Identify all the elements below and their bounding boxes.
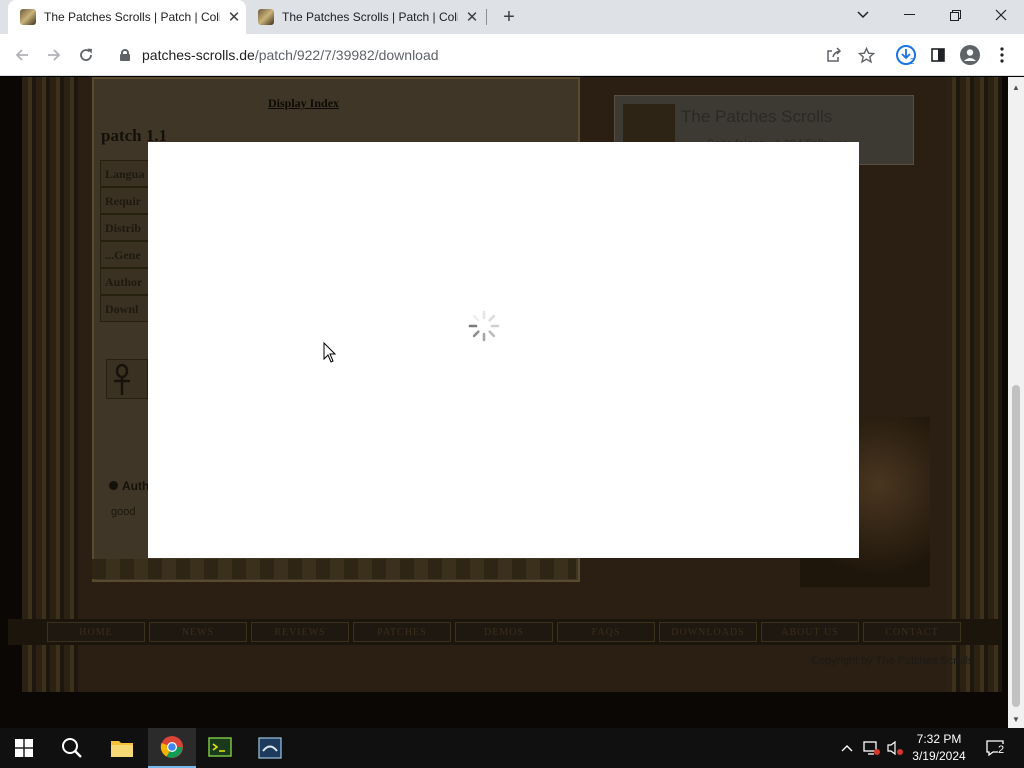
- nav-patches[interactable]: PATCHES: [353, 622, 451, 642]
- nav-news[interactable]: NEWS: [149, 622, 247, 642]
- file-explorer-icon[interactable]: [98, 728, 146, 768]
- volume-muted-icon[interactable]: [884, 728, 906, 768]
- windows-taskbar: 7:32 PM 3/19/2024 2: [0, 728, 1024, 768]
- tab-search-button[interactable]: [840, 0, 886, 30]
- new-tab-button[interactable]: +: [498, 6, 520, 28]
- display-index-link[interactable]: Display Index: [268, 96, 339, 111]
- nav-demos[interactable]: DEMOS: [455, 622, 553, 642]
- site-favicon-icon: [20, 9, 36, 25]
- site-nav: HOME NEWS REVIEWS PATCHES DEMOS FAQS DOW…: [8, 619, 1000, 645]
- url-path: /patch/922/7/39982/download: [254, 47, 439, 63]
- ankh-icon: [106, 359, 148, 399]
- downloads-badge: 2: [910, 57, 915, 66]
- tab-separator: [486, 9, 487, 25]
- decorative-strip: [92, 559, 576, 579]
- scrollbar-thumb[interactable]: [1012, 385, 1020, 707]
- nav-downloads[interactable]: DOWNLOADS: [659, 622, 757, 642]
- scroll-up-icon[interactable]: ▲: [1008, 79, 1024, 95]
- side-panel-icon[interactable]: [926, 43, 950, 67]
- address-bar[interactable]: patches-scrolls.de/patch/922/7/39982/dow…: [108, 39, 884, 71]
- reload-button[interactable]: [72, 41, 100, 69]
- share-icon[interactable]: [822, 43, 846, 67]
- close-tab-icon[interactable]: ✕: [226, 9, 242, 26]
- nav-contact[interactable]: CONTACT: [863, 622, 961, 642]
- downloads-icon[interactable]: 2: [894, 43, 918, 67]
- info-row: Distrib: [100, 214, 150, 241]
- notification-count: 2: [998, 744, 1005, 756]
- tab-inactive[interactable]: The Patches Scrolls | Patch | Colin ✕: [248, 0, 486, 34]
- scroll-down-icon[interactable]: ▼: [1008, 711, 1024, 727]
- nav-reviews[interactable]: REVIEWS: [251, 622, 349, 642]
- page-scrollbar[interactable]: ▲ ▼: [1008, 77, 1024, 728]
- search-button[interactable]: [48, 728, 96, 768]
- chrome-icon[interactable]: [148, 728, 196, 768]
- profile-avatar-icon[interactable]: [958, 43, 982, 67]
- terminal-app-icon[interactable]: [196, 728, 244, 768]
- facebook-page-title[interactable]: The Patches Scrolls: [681, 107, 832, 127]
- author-comment: good: [111, 506, 136, 518]
- info-row: Requir: [100, 187, 150, 214]
- tab-strip: The Patches Scrolls | Patch | Colin ✕ Th…: [0, 0, 1024, 34]
- author-heading-label: Auth: [122, 479, 150, 493]
- site-favicon-icon: [258, 9, 274, 25]
- right-pillar: [946, 77, 1002, 692]
- tab-title: The Patches Scrolls | Patch | Colin: [282, 10, 458, 24]
- tab-active[interactable]: The Patches Scrolls | Patch | Colin ✕: [8, 0, 246, 34]
- loading-spinner-icon: [468, 310, 500, 342]
- nav-faqs[interactable]: FAQS: [557, 622, 655, 642]
- clock-date: 3/19/2024: [912, 749, 966, 763]
- info-row: Author: [100, 268, 150, 295]
- info-row: Downl: [100, 295, 150, 322]
- url-text[interactable]: patches-scrolls.de/patch/922/7/39982/dow…: [142, 47, 439, 63]
- left-pillar: [22, 77, 78, 692]
- system-clock[interactable]: 7:32 PM 3/19/2024: [906, 731, 972, 765]
- start-button[interactable]: [0, 728, 48, 768]
- mouse-cursor-icon: [323, 342, 337, 363]
- author-heading: Auth: [109, 479, 149, 493]
- info-row: ...Gene: [100, 241, 150, 268]
- menu-kebab-icon[interactable]: [990, 43, 1014, 67]
- tab-title: The Patches Scrolls | Patch | Colin: [44, 10, 220, 24]
- close-window-button[interactable]: [978, 0, 1024, 30]
- download-modal[interactable]: [148, 142, 859, 558]
- restore-button[interactable]: [932, 0, 978, 30]
- network-icon[interactable]: [860, 728, 882, 768]
- close-tab-icon[interactable]: ✕: [464, 9, 480, 26]
- lock-icon[interactable]: [120, 49, 130, 61]
- browser-toolbar: patches-scrolls.de/patch/922/7/39982/dow…: [0, 34, 1024, 76]
- nav-home[interactable]: HOME: [47, 622, 145, 642]
- patch-info-table: Langua Requir Distrib ...Gene Author Dow…: [100, 160, 150, 322]
- show-hidden-icons-icon[interactable]: [838, 728, 856, 768]
- notifications-icon[interactable]: 2: [980, 728, 1010, 768]
- back-button[interactable]: [8, 41, 36, 69]
- url-host: patches-scrolls.de: [142, 47, 255, 63]
- nav-about-us[interactable]: ABOUT US: [761, 622, 859, 642]
- info-row: Langua: [100, 160, 150, 187]
- clock-time: 7:32 PM: [916, 732, 962, 746]
- forward-button[interactable]: [40, 41, 68, 69]
- bullet-icon: [109, 481, 118, 490]
- bookmark-star-icon[interactable]: [854, 43, 878, 67]
- copyright-text: Copyright by The Patches Scrolls: [811, 655, 974, 667]
- game-app-icon[interactable]: [246, 728, 294, 768]
- minimize-button[interactable]: [886, 0, 932, 30]
